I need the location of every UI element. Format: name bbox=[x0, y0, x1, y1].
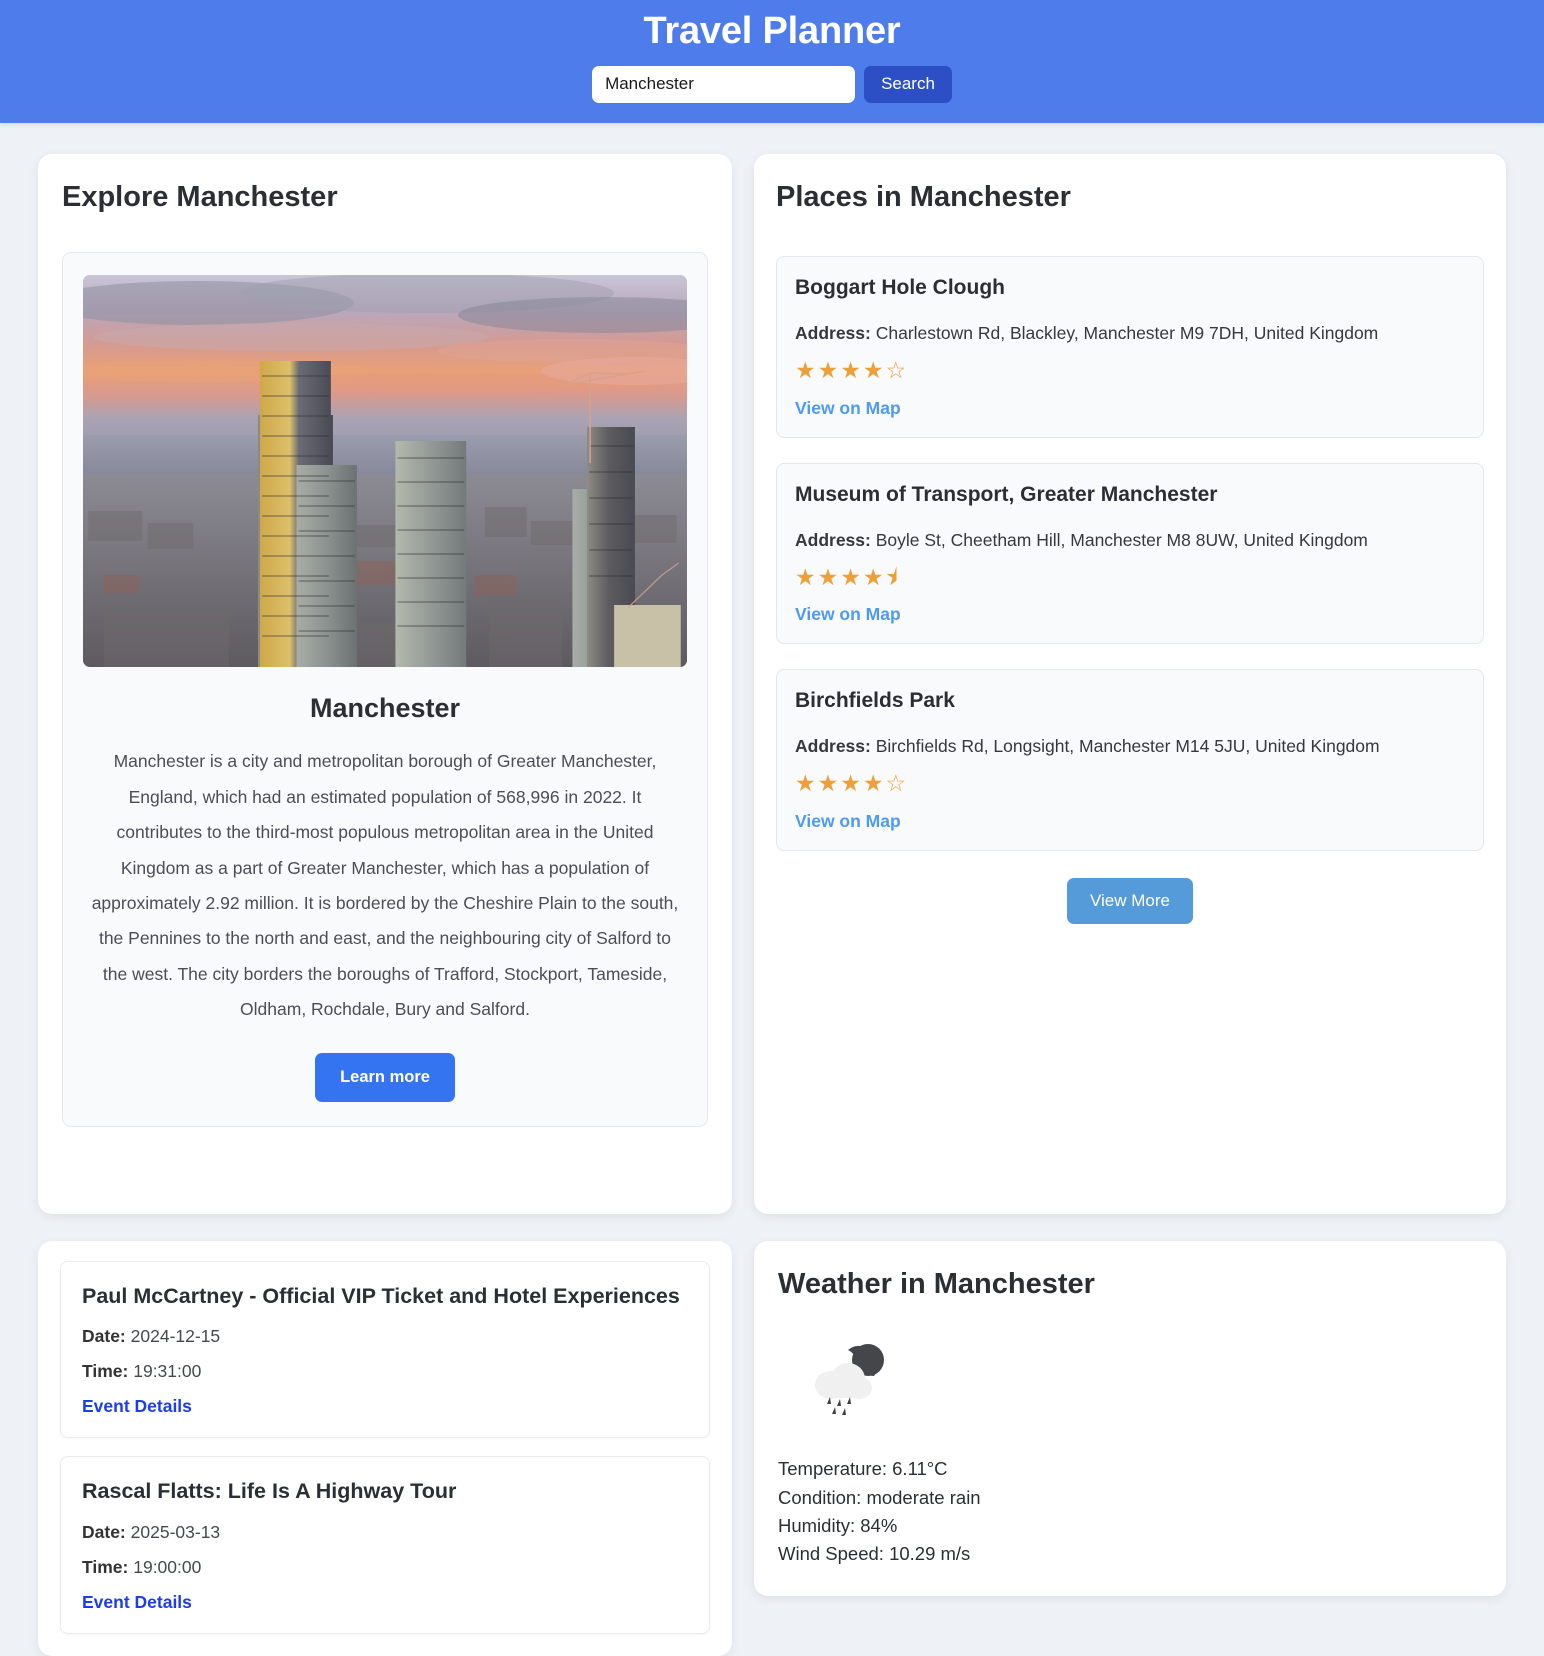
rating-stars: ★★★★☆ bbox=[795, 770, 909, 797]
view-on-map-link[interactable]: View on Map bbox=[795, 811, 901, 832]
place-name: Boggart Hole Clough bbox=[795, 276, 1005, 300]
weather-temperature: Temperature: 6.11°C bbox=[778, 1458, 948, 1480]
places-section-title: Places in Manchester bbox=[776, 180, 1071, 213]
event-date-label: Date: bbox=[82, 1521, 126, 1542]
city-card: Manchester Manchester is a city and metr… bbox=[62, 252, 708, 1128]
weather-icon-container bbox=[778, 1331, 1482, 1427]
weather-readings: Temperature: 6.11°C Condition: moderate … bbox=[778, 1455, 1482, 1567]
event-card: Rascal Flatts: Life Is A Highway Tour Da… bbox=[60, 1456, 710, 1634]
event-time-label: Time: bbox=[82, 1361, 129, 1382]
places-panel: Places in Manchester Boggart Hole Clough… bbox=[754, 153, 1506, 1214]
city-description: Manchester is a city and metropolitan bo… bbox=[91, 751, 679, 1019]
weather-column: Weather in Manchester Temperature: 6.11°… bbox=[754, 1240, 1506, 1596]
rating-stars: ★★★★⯨ bbox=[795, 563, 900, 590]
event-time-value: 19:31:00 bbox=[133, 1361, 202, 1382]
view-on-map-link[interactable]: View on Map bbox=[795, 398, 901, 419]
search-input[interactable] bbox=[592, 65, 856, 103]
search-bar: Search bbox=[0, 65, 1544, 103]
address-value: Boyle St, Cheetham Hill, Manchester M8 8… bbox=[875, 529, 1368, 550]
place-card: Boggart Hole Clough Address: Charlestown… bbox=[776, 256, 1484, 438]
explore-panel: Explore Manchester Manchester Manchester… bbox=[38, 153, 732, 1214]
bottom-row: Paul McCartney - Official VIP Ticket and… bbox=[38, 1214, 1506, 1656]
view-more-container: View More bbox=[776, 877, 1484, 924]
explore-section-title: Explore Manchester bbox=[62, 180, 338, 213]
view-on-map-link[interactable]: View on Map bbox=[795, 604, 901, 625]
place-address: Address: Birchfields Rd, Longsight, Manc… bbox=[795, 734, 1465, 759]
address-value: Charlestown Rd, Blackley, Manchester M9 … bbox=[875, 323, 1379, 344]
weather-section-title: Weather in Manchester bbox=[778, 1267, 1095, 1300]
place-address: Address: Boyle St, Cheetham Hill, Manche… bbox=[795, 528, 1465, 553]
city-name: Manchester bbox=[309, 693, 461, 724]
event-title: Paul McCartney - Official VIP Ticket and… bbox=[82, 1283, 680, 1308]
app-title: Travel Planner bbox=[643, 10, 901, 52]
place-address: Address: Charlestown Rd, Blackley, Manch… bbox=[795, 321, 1465, 346]
view-more-button[interactable]: View More bbox=[1067, 877, 1193, 924]
event-date: Date: 2025-03-13 bbox=[82, 1522, 688, 1543]
event-time-label: Time: bbox=[82, 1556, 129, 1577]
top-row: Explore Manchester Manchester Manchester… bbox=[38, 123, 1506, 1214]
city-photo bbox=[83, 275, 687, 668]
address-label: Address: bbox=[795, 529, 871, 550]
places-column: Places in Manchester Boggart Hole Clough… bbox=[754, 153, 1506, 1214]
event-time: Time: 19:31:00 bbox=[82, 1361, 688, 1382]
rating-stars: ★★★★☆ bbox=[795, 357, 909, 384]
address-value: Birchfields Rd, Longsight, Manchester M1… bbox=[875, 736, 1380, 757]
event-date-value: 2024-12-15 bbox=[130, 1326, 221, 1347]
page-body: Explore Manchester Manchester Manchester… bbox=[0, 123, 1544, 1656]
place-card: Museum of Transport, Greater Manchester … bbox=[776, 462, 1484, 645]
event-details-link[interactable]: Event Details bbox=[82, 1396, 192, 1416]
event-card: Paul McCartney - Official VIP Ticket and… bbox=[60, 1260, 710, 1439]
events-column: Paul McCartney - Official VIP Ticket and… bbox=[38, 1240, 732, 1656]
event-time-value: 19:00:00 bbox=[133, 1556, 202, 1577]
place-name: Birchfields Park bbox=[795, 689, 955, 713]
address-label: Address: bbox=[795, 323, 871, 344]
address-label: Address: bbox=[795, 736, 871, 757]
event-date: Date: 2024-12-15 bbox=[82, 1326, 688, 1347]
event-details-link[interactable]: Event Details bbox=[82, 1592, 192, 1612]
weather-humidity: Humidity: 84% bbox=[778, 1514, 898, 1536]
learn-more-button[interactable]: Learn more bbox=[315, 1053, 455, 1103]
event-date-value: 2025-03-13 bbox=[130, 1521, 221, 1542]
app-header: Travel Planner Search bbox=[0, 0, 1544, 123]
weather-wind-speed: Wind Speed: 10.29 m/s bbox=[778, 1542, 971, 1564]
event-time: Time: 19:00:00 bbox=[82, 1557, 688, 1578]
rain-cloud-icon bbox=[815, 1344, 884, 1416]
event-title: Rascal Flatts: Life Is A Highway Tour bbox=[82, 1479, 457, 1504]
place-card: Birchfields Park Address: Birchfields Rd… bbox=[776, 669, 1484, 851]
place-name: Museum of Transport, Greater Manchester bbox=[795, 482, 1218, 506]
events-panel: Paul McCartney - Official VIP Ticket and… bbox=[38, 1240, 732, 1656]
search-button[interactable]: Search bbox=[864, 65, 952, 103]
weather-panel: Weather in Manchester Temperature: 6.11°… bbox=[754, 1240, 1506, 1596]
event-date-label: Date: bbox=[82, 1326, 126, 1347]
explore-column: Explore Manchester Manchester Manchester… bbox=[38, 153, 732, 1214]
weather-condition: Condition: moderate rain bbox=[778, 1486, 981, 1508]
